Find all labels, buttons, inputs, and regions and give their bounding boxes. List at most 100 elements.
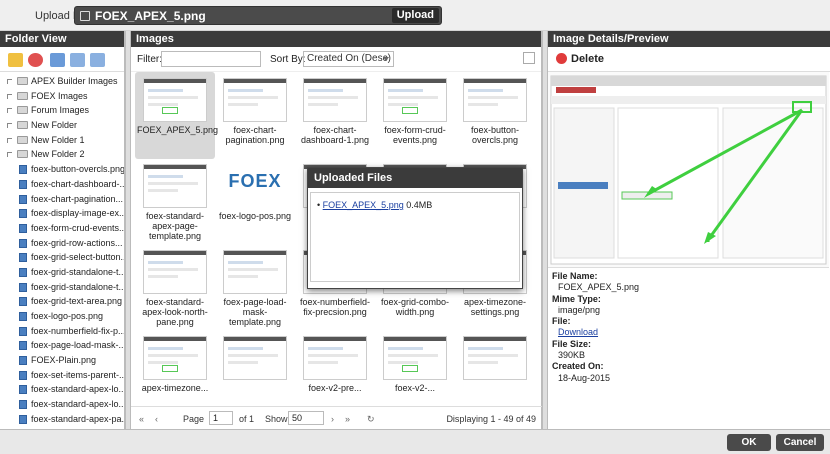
image-details-panel: Image Details/Preview Delete File Name: F… — [548, 31, 830, 429]
thumbnail-preview — [223, 336, 287, 380]
tree-folder-item[interactable]: APEX Builder Images — [0, 74, 124, 89]
tree-file-item[interactable]: foex-set-items-parent-... — [0, 368, 124, 383]
tree-file-item[interactable]: foex-grid-row-actions... — [0, 236, 124, 251]
thumbnail-preview — [383, 78, 447, 122]
uploaded-file-link[interactable]: FOEX_APEX_5.png — [323, 200, 404, 210]
tree-item-label: foex-numberfield-fix-p... — [31, 325, 124, 336]
page-number-input[interactable]: 1 — [209, 411, 233, 425]
new-folder-icon[interactable] — [8, 53, 23, 67]
image-thumbnail[interactable]: foex-standard-apex-look-north-pane.png — [135, 244, 215, 331]
tree-file-item[interactable]: foex-button-overcls.png — [0, 162, 124, 177]
image-file-icon — [19, 238, 27, 248]
image-thumbnail[interactable]: FOEX_APEX_5.png — [135, 72, 218, 159]
thumbnail-preview — [223, 78, 287, 122]
download-link[interactable]: Download — [552, 327, 639, 338]
delete-button[interactable]: Delete — [556, 51, 604, 67]
thumbnail-caption: foex-chart-dashboard-1.png — [300, 125, 370, 145]
dialog-footer: OK Cancel — [0, 429, 830, 454]
image-thumbnail[interactable] — [215, 330, 295, 394]
expand-icon[interactable] — [7, 152, 12, 158]
last-page-icon[interactable]: » — [345, 414, 350, 424]
image-thumbnail[interactable]: foex-chart-pagination.png — [215, 72, 295, 159]
page-size-select[interactable]: 50 — [288, 411, 324, 425]
tree-file-item[interactable]: FOEX-Plain.png — [0, 353, 124, 368]
image-thumbnail[interactable]: foex-v2-pre... — [295, 330, 375, 394]
tree-item-label: New Folder 1 — [31, 134, 85, 145]
next-page-icon[interactable]: › — [331, 414, 334, 424]
image-thumbnail[interactable]: foex-form-crud-events.png — [375, 72, 455, 159]
refresh-icon[interactable] — [50, 53, 65, 67]
thumbnail-preview — [303, 78, 367, 122]
expand-icon[interactable] — [7, 137, 12, 143]
upload-button[interactable]: Upload — [391, 8, 439, 23]
folder-icon — [17, 150, 28, 159]
image-thumbnail[interactable]: foex-chart-dashboard-1.png — [295, 72, 375, 159]
reload-icon[interactable]: ↻ — [367, 414, 375, 425]
tree-file-item[interactable]: foex-chart-dashboard-... — [0, 177, 124, 192]
tree-file-item[interactable]: foex-standard-apex-lo... — [0, 397, 124, 412]
expand-icon[interactable] — [7, 79, 12, 84]
image-thumbnail[interactable]: foex-button-overcls.png — [455, 72, 535, 159]
expand-icon[interactable] — [7, 108, 12, 114]
tree-item-label: foex-form-crud-events... — [31, 222, 124, 233]
show-label: Show — [265, 414, 288, 424]
image-file-icon — [19, 223, 27, 233]
upload-file-name: FOEX_APEX_5.png — [95, 9, 206, 23]
first-page-icon[interactable]: « — [139, 414, 144, 424]
collapse-all-icon[interactable] — [90, 53, 105, 67]
tree-file-item[interactable]: foex-form-crud-events... — [0, 221, 124, 236]
tree-file-item[interactable]: foex-standard-apex-lo... — [0, 382, 124, 397]
tree-file-item[interactable]: foex-standard-apex-pa... — [0, 412, 124, 427]
expand-icon[interactable] — [7, 123, 12, 129]
image-thumbnail[interactable] — [455, 330, 535, 394]
thumbnail-caption: foex-v2-pre... — [308, 383, 362, 393]
image-thumbnail[interactable]: foex-standard-apex-page-template.png — [135, 158, 215, 245]
image-thumbnail[interactable]: apex-timezone... — [135, 330, 215, 394]
detail-value: FOEX_APEX_5.png — [558, 282, 640, 293]
image-thumbnail[interactable]: FOEX foex-logo-pos.png — [215, 158, 295, 245]
image-file-icon — [19, 253, 27, 263]
cancel-button[interactable]: Cancel — [776, 434, 824, 451]
tree-folder-item[interactable]: New Folder 1 — [0, 133, 124, 148]
sort-by-select[interactable]: Created On (Desc) — [303, 51, 394, 67]
image-thumbnail[interactable]: foex-page-load-mask-template.png — [215, 244, 295, 331]
delete-folder-icon[interactable] — [28, 53, 43, 67]
filter-input[interactable] — [161, 51, 261, 67]
thumbnail-preview — [383, 336, 447, 380]
thumbnail-caption: apex-timezone... — [141, 383, 209, 393]
sort-by-label: Sort By: — [270, 54, 306, 65]
tree-file-item[interactable]: foex-grid-standalone-t... — [0, 265, 124, 280]
details-toolbar: Delete — [548, 47, 830, 72]
tree-file-item[interactable]: foex-grid-text-area.png — [0, 294, 124, 309]
expand-all-icon[interactable] — [70, 53, 85, 67]
tree-folder-item[interactable]: FOEX Images — [0, 89, 124, 104]
thumbnail-caption: foex-form-crud-events.png — [384, 125, 446, 145]
image-file-icon — [19, 194, 27, 204]
tree-item-label: foex-standard-apex-pa... — [31, 413, 124, 424]
tree-item-label: APEX Builder Images — [31, 76, 118, 86]
tree-folder-item[interactable]: New Folder 2 — [0, 147, 124, 162]
tree-file-item[interactable]: foex-chart-pagination... — [0, 192, 124, 207]
tree-file-item[interactable]: foex-display-image-ex... — [0, 206, 124, 221]
folder-view-panel: Folder View APEX Builder Images FOEX Imag… — [0, 31, 125, 429]
view-menu-icon[interactable] — [523, 52, 535, 64]
tree-file-item[interactable]: foex-logo-pos.png — [0, 309, 124, 324]
tree-item-label: New Folder 2 — [31, 149, 85, 160]
folder-icon — [17, 106, 28, 115]
tree-folder-item[interactable]: Forum Images — [0, 103, 124, 118]
tree-file-item[interactable]: foex-grid-standalone-t... — [0, 280, 124, 295]
tree-folder-item[interactable]: New Folder — [0, 118, 124, 133]
detail-label: File Name: — [552, 271, 598, 281]
prev-page-icon[interactable]: ‹ — [155, 414, 158, 424]
thumbnail-preview — [463, 336, 527, 380]
tree-file-item[interactable]: foex-grid-select-button... — [0, 250, 124, 265]
image-thumbnail[interactable]: foex-v2-... — [375, 330, 455, 394]
tree-file-item[interactable]: foex-page-load-mask-... — [0, 338, 124, 353]
upload-toolbar: Upload Files: FOEX_APEX_5.png Upload — [0, 0, 830, 31]
image-file-icon — [19, 165, 27, 175]
expand-icon[interactable] — [7, 93, 12, 99]
upload-file-field[interactable]: FOEX_APEX_5.png Upload — [74, 6, 442, 25]
ok-button[interactable]: OK — [727, 434, 771, 451]
tree-file-item[interactable]: foex-numberfield-fix-p... — [0, 324, 124, 339]
tree-item-label: foex-chart-dashboard-... — [31, 178, 124, 189]
